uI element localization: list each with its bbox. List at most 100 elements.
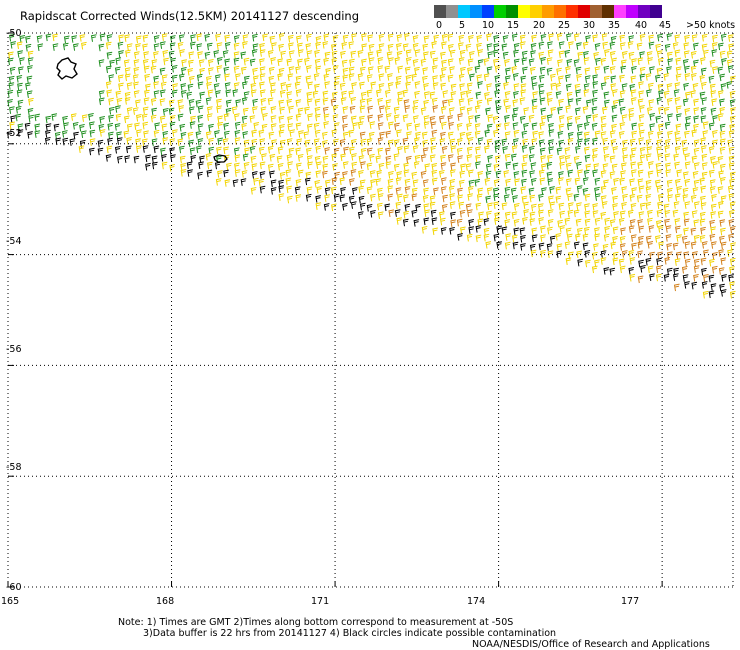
wind-barb xyxy=(674,161,680,170)
wind-barb xyxy=(163,57,169,66)
wind-barb xyxy=(267,145,274,154)
wind-barb xyxy=(458,42,464,50)
wind-barb xyxy=(251,171,258,179)
wind-barb xyxy=(126,137,132,145)
wind-barb xyxy=(495,106,502,114)
wind-barb xyxy=(576,73,582,82)
wind-barb xyxy=(584,226,590,235)
wind-barb xyxy=(711,241,717,249)
wind-barb xyxy=(557,106,563,115)
wind-barb xyxy=(664,121,671,130)
wind-barb xyxy=(450,169,456,177)
wind-barb xyxy=(440,186,447,194)
wind-barb xyxy=(538,217,544,225)
wind-barb xyxy=(142,59,149,67)
wind-barb xyxy=(316,186,323,194)
wind-barb xyxy=(701,267,707,276)
wind-barb xyxy=(675,105,682,114)
wind-barb xyxy=(286,138,293,146)
wind-barb xyxy=(314,58,321,67)
wind-barb xyxy=(709,169,715,178)
wind-barb xyxy=(468,115,474,123)
wind-barb xyxy=(466,122,472,131)
wind-barb xyxy=(348,66,355,75)
wind-barb xyxy=(424,163,431,171)
wind-barb xyxy=(591,106,598,115)
wind-barb xyxy=(325,179,331,188)
wind-barb xyxy=(160,147,166,156)
wind-barb xyxy=(243,57,250,66)
wind-barb xyxy=(429,50,436,59)
wind-barb xyxy=(692,187,699,195)
note-line-1: Note: 1) Times are GMT 2)Times along bot… xyxy=(118,617,514,628)
wind-barb xyxy=(493,129,499,138)
wind-barb xyxy=(180,83,187,91)
wind-barb xyxy=(432,75,438,83)
wind-barb xyxy=(242,34,249,42)
wind-barb xyxy=(208,137,214,146)
wind-barb xyxy=(197,123,204,131)
wind-barb xyxy=(628,51,635,60)
wind-barb xyxy=(431,169,438,178)
wind-barb xyxy=(573,155,580,164)
wind-barb xyxy=(637,219,643,227)
wind-barb xyxy=(521,195,528,204)
wind-barb xyxy=(441,41,447,49)
wind-barb xyxy=(135,43,141,51)
wind-barb xyxy=(259,58,265,66)
wind-barb xyxy=(726,50,733,59)
wind-barb xyxy=(188,51,195,59)
wind-barb xyxy=(712,130,718,138)
wind-barb xyxy=(324,147,330,155)
wind-barb xyxy=(630,97,637,105)
wind-barb xyxy=(449,66,455,74)
wind-barb xyxy=(73,43,79,51)
wind-barb xyxy=(691,210,698,218)
wind-barb xyxy=(322,131,328,140)
wind-barb xyxy=(547,49,554,57)
wind-barb xyxy=(532,130,538,139)
wind-barb xyxy=(505,161,512,170)
wind-barb xyxy=(720,33,727,42)
wind-barb xyxy=(690,194,697,203)
wind-barb xyxy=(684,34,690,43)
wind-barb xyxy=(402,114,409,122)
wind-barb xyxy=(99,33,106,42)
wind-barb xyxy=(539,122,546,130)
wind-barb xyxy=(388,121,394,130)
wind-barb xyxy=(548,33,554,41)
wind-barb xyxy=(357,211,364,219)
wind-barb xyxy=(411,171,418,180)
wind-barb xyxy=(682,187,689,196)
wind-barb xyxy=(305,43,312,51)
wind-barb xyxy=(385,147,391,156)
wind-barb xyxy=(315,41,321,50)
wind-barb xyxy=(468,186,474,194)
wind-barb xyxy=(711,98,717,106)
wind-barb xyxy=(577,258,583,267)
wind-barb xyxy=(466,233,473,242)
wind-barb xyxy=(555,186,562,195)
wind-barb xyxy=(439,170,445,178)
wind-barb xyxy=(520,41,526,49)
wind-barb xyxy=(259,185,266,194)
wind-barb xyxy=(718,249,724,257)
wind-barb xyxy=(99,129,106,137)
wind-barb xyxy=(503,98,509,107)
wind-barb xyxy=(187,169,193,177)
wind-barb xyxy=(322,140,328,148)
wind-barb xyxy=(663,106,670,115)
wind-barb xyxy=(280,50,286,59)
wind-barb xyxy=(406,122,412,131)
wind-barb xyxy=(414,81,421,89)
wind-barb xyxy=(124,34,130,42)
wind-barb xyxy=(717,113,724,121)
wind-barb xyxy=(631,169,637,177)
wind-barb xyxy=(388,57,394,65)
wind-barb xyxy=(558,75,564,84)
wind-barb xyxy=(519,97,526,105)
wind-barb xyxy=(530,75,537,84)
wind-barb xyxy=(639,202,646,211)
wind-barb xyxy=(673,201,680,209)
wind-barb xyxy=(297,154,304,162)
